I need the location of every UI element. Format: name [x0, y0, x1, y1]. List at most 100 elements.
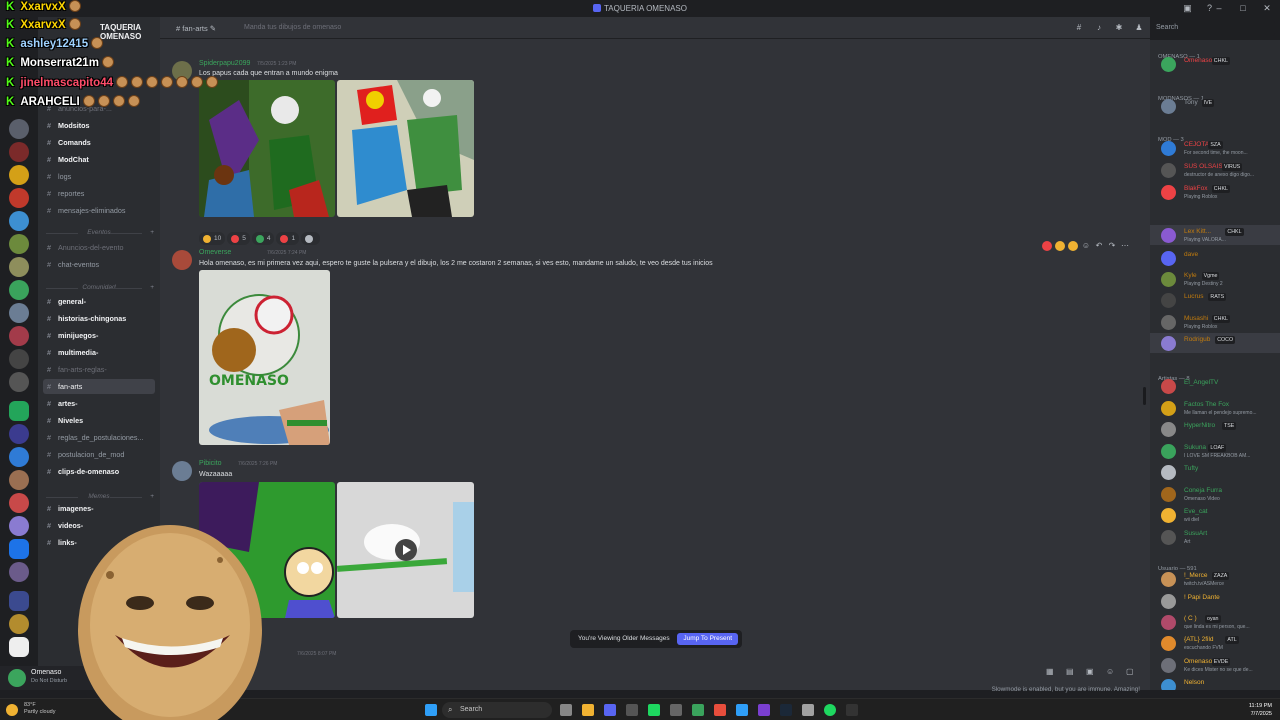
weather-widget[interactable]: 83°F Partly cloudy — [24, 702, 56, 716]
app-taskbar-icon[interactable] — [758, 704, 770, 716]
sidebar-channel[interactable]: # general- — [43, 294, 155, 309]
reaction-heart-icon[interactable] — [1042, 241, 1052, 251]
server-icon[interactable] — [9, 211, 29, 231]
reaction-pill[interactable]: 1 — [276, 232, 300, 245]
server-icon[interactable] — [9, 257, 29, 277]
server-icon[interactable] — [9, 119, 29, 139]
sidebar-channel[interactable]: # imagenes- — [43, 501, 155, 516]
channel-category[interactable]: Comunidad + — [38, 284, 160, 291]
reaction-pill[interactable]: 4 — [251, 232, 275, 245]
sidebar-channel[interactable]: # logs — [43, 169, 155, 184]
member-row[interactable]: Lex Kitt... CHKL Playing VALORA... — [1150, 225, 1280, 245]
server-icon[interactable] — [9, 234, 29, 254]
more-icon[interactable]: ⋯ — [1120, 241, 1130, 251]
add-channel-icon[interactable]: + — [150, 284, 154, 291]
server-icon[interactable] — [9, 349, 29, 369]
server-icon[interactable] — [9, 637, 29, 657]
member-row[interactable]: Kyle Vgme Playing Destiny 2 — [1150, 269, 1280, 289]
inbox-icon[interactable]: ▣ — [1182, 3, 1193, 14]
server-icon[interactable] — [9, 165, 29, 185]
minimize-button[interactable]: – — [1214, 3, 1224, 13]
member-row[interactable]: Lucrus RATS — [1150, 290, 1280, 310]
channel-topic[interactable]: Manda tus dibujos de omenaso — [244, 24, 341, 31]
fan-art-image[interactable] — [337, 80, 474, 217]
member-row[interactable]: SUS OLSAIS VIRUS destructor de anexo digo … — [1150, 160, 1280, 180]
threads-icon[interactable]: # — [1074, 23, 1084, 33]
server-icon[interactable] — [9, 303, 29, 323]
server-icon[interactable] — [9, 372, 29, 392]
sidebar-channel[interactable]: # ModChat — [43, 152, 155, 167]
emoji-icon[interactable]: ☺ — [1106, 667, 1115, 676]
gift-icon[interactable]: ▦ — [1046, 667, 1055, 676]
member-row[interactable]: Tony IVE — [1150, 96, 1280, 116]
gif-icon[interactable]: ▤ — [1066, 667, 1075, 676]
app-taskbar-icon[interactable] — [846, 704, 858, 716]
member-row[interactable]: dave — [1150, 248, 1280, 268]
sidebar-channel[interactable]: # multimedia- — [43, 345, 155, 360]
sidebar-channel[interactable]: # mensajes-eliminados — [43, 203, 155, 218]
member-row[interactable]: SusuArt Art — [1150, 527, 1280, 547]
member-row[interactable]: Rodrigub COCO — [1150, 333, 1280, 353]
member-row[interactable]: HyperNitro TSE — [1150, 419, 1280, 439]
forward-icon[interactable]: ↷ — [1107, 241, 1117, 251]
sidebar-channel[interactable]: # Modsitos — [43, 118, 155, 133]
server-icon[interactable] — [9, 424, 29, 444]
system-clock[interactable]: 11:19 PM 7/7/2025 — [1249, 702, 1272, 718]
member-row[interactable]: Eve_cat wii dieI — [1150, 505, 1280, 525]
video-player[interactable] — [337, 482, 474, 618]
member-row[interactable]: ! Papi Dante — [1150, 591, 1280, 611]
server-icon[interactable] — [9, 326, 29, 346]
server-icon[interactable] — [9, 142, 29, 162]
add-channel-icon[interactable]: + — [150, 229, 154, 236]
file-explorer-icon[interactable] — [582, 704, 594, 716]
avatar[interactable] — [172, 250, 192, 270]
server-icon[interactable] — [9, 401, 29, 421]
server-icon[interactable] — [9, 516, 29, 536]
member-row[interactable]: CEJOTA SZA For second time, the moon... — [1150, 138, 1280, 158]
apps-icon[interactable]: ▢ — [1126, 667, 1135, 676]
sidebar-channel[interactable]: # artes- — [43, 396, 155, 411]
member-row[interactable]: Tufty — [1150, 462, 1280, 482]
spotify-icon[interactable] — [824, 704, 836, 716]
member-row[interactable]: !_Merce ZAZA twitch.tv/ASMerce — [1150, 569, 1280, 589]
member-row[interactable]: Factos The Fox Me llaman el pendejo supre… — [1150, 398, 1280, 418]
sidebar-channel[interactable]: # reglas_de_postulaciones... — [43, 430, 155, 445]
weather-icon[interactable] — [6, 704, 18, 716]
maximize-button[interactable]: □ — [1238, 3, 1248, 13]
minecraft-icon[interactable] — [692, 704, 704, 716]
settings-taskbar-icon[interactable] — [626, 704, 638, 716]
member-row[interactable]: El_AngelTV — [1150, 376, 1280, 396]
reaction-face-icon[interactable] — [1068, 241, 1078, 251]
jump-to-present-button[interactable]: Jump To Present — [677, 633, 738, 645]
scrollbar[interactable] — [1143, 387, 1146, 405]
channel-category[interactable]: Eventos + — [38, 229, 160, 236]
app-taskbar-icon[interactable] — [670, 704, 682, 716]
sidebar-channel[interactable]: # clips-de-omenaso — [43, 464, 155, 479]
sidebar-channel[interactable]: # fan-arts — [43, 379, 155, 394]
task-view-icon[interactable] — [560, 704, 572, 716]
member-row[interactable]: Coneja Furra Omenaso Video — [1150, 484, 1280, 504]
sidebar-channel[interactable]: # chat-eventos — [43, 257, 155, 272]
server-icon[interactable] — [9, 280, 29, 300]
member-row[interactable]: Omenaso EVDE Ke dices Mister no se que de.… — [1150, 655, 1280, 675]
sidebar-channel[interactable]: # reportes — [43, 186, 155, 201]
chrome-icon[interactable] — [714, 704, 726, 716]
discord-taskbar-icon[interactable] — [604, 704, 616, 716]
member-row[interactable]: Sukuna LOAF I LOVE SM FREAKBOB AM... — [1150, 441, 1280, 461]
message-author[interactable]: Omeverse — [199, 249, 231, 256]
reaction-pill[interactable]: 5 — [227, 232, 250, 245]
server-icon[interactable] — [9, 591, 29, 611]
reaction-pill[interactable] — [301, 232, 321, 245]
member-row[interactable]: Nelson — [1150, 676, 1280, 690]
reaction-thumbs-icon[interactable] — [1055, 241, 1065, 251]
sidebar-channel[interactable]: # historias-chingonas — [43, 311, 155, 326]
avatar[interactable] — [172, 461, 192, 481]
member-row[interactable]: BlakFox CHKL Playing Roblox — [1150, 182, 1280, 202]
server-icon[interactable] — [9, 562, 29, 582]
server-icon[interactable] — [9, 539, 29, 559]
app-taskbar-icon[interactable] — [648, 704, 660, 716]
sticker-icon[interactable]: ▣ — [1086, 667, 1095, 676]
member-row[interactable]: Omenaso CHKL — [1150, 54, 1280, 74]
server-icon[interactable] — [9, 447, 29, 467]
sidebar-channel[interactable]: # Anuncios-del-evento — [43, 240, 155, 255]
